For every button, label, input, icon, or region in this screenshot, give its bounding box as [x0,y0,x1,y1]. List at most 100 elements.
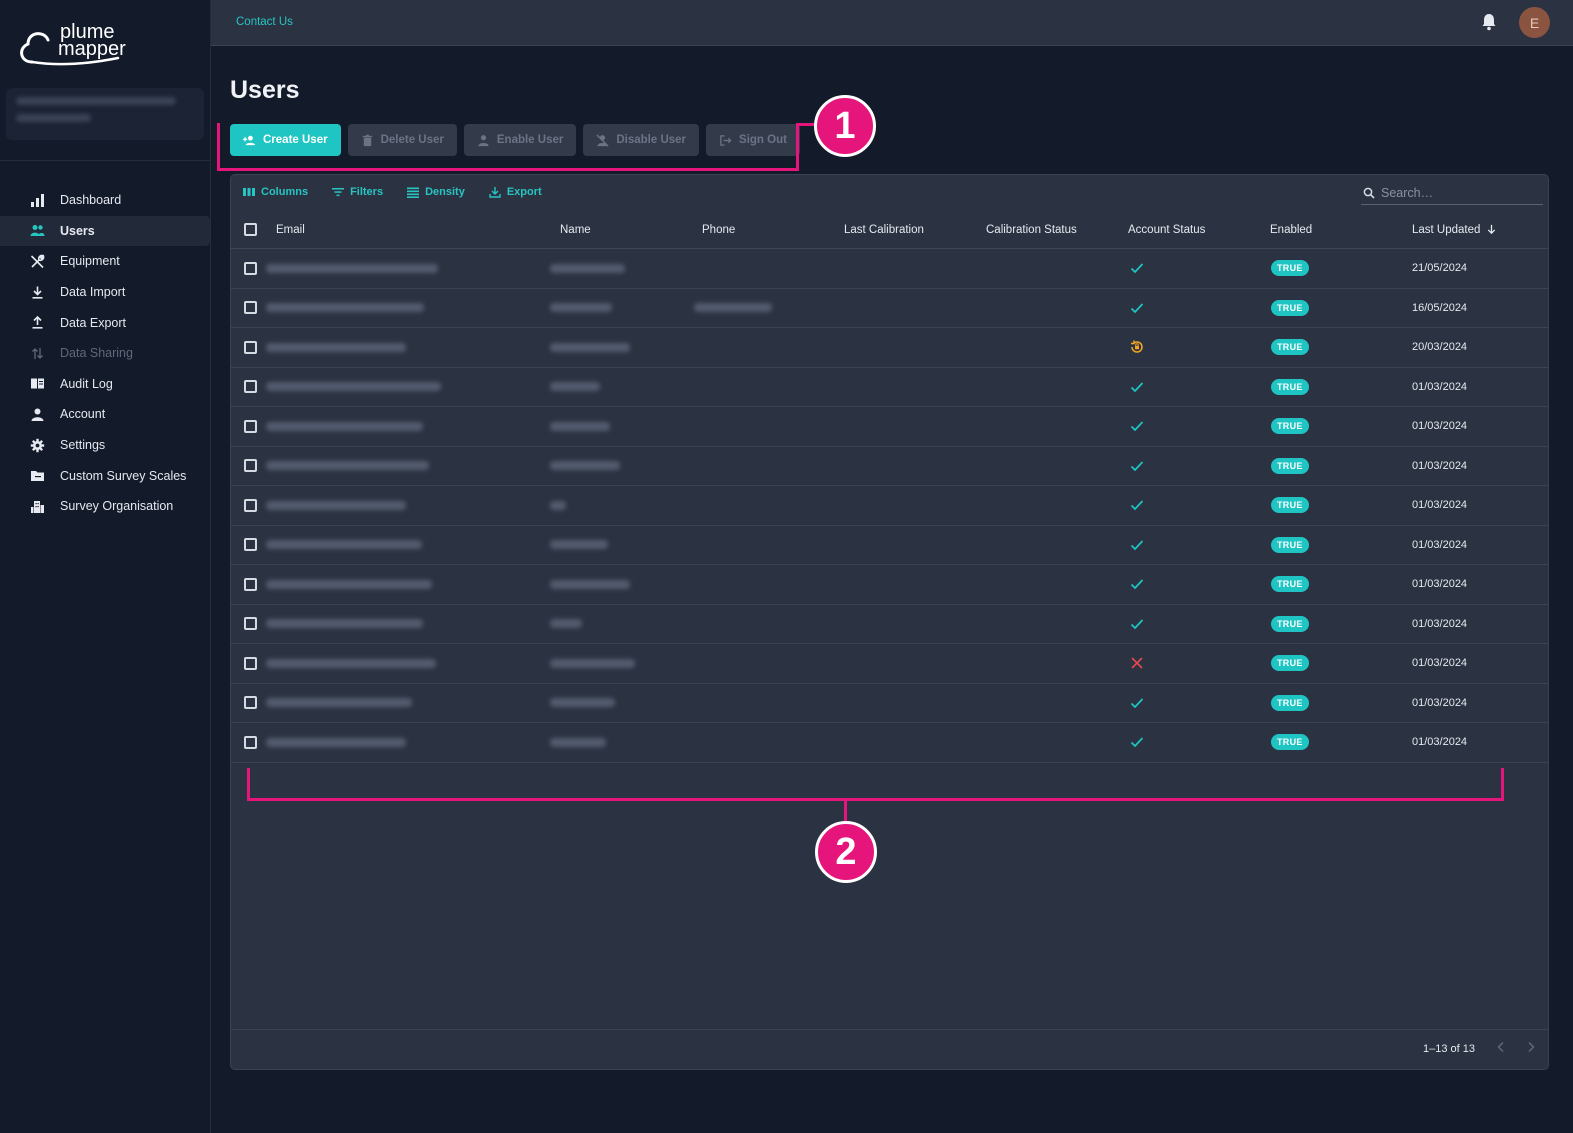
table-row[interactable]: TRUE 01/03/2024 [231,644,1548,684]
email-cell-redacted [266,644,436,683]
row-checkbox[interactable] [244,538,257,552]
columns-label: Columns [261,186,309,198]
columns-button[interactable]: Columns [243,186,308,198]
row-checkbox-cell[interactable] [244,605,257,644]
column-header-phone[interactable]: Phone [702,211,735,248]
plumemapper-logo[interactable]: plume mapper [18,18,153,70]
table-row[interactable]: TRUE 01/03/2024 [231,526,1548,565]
enabled-cell: TRUE [1271,486,1309,525]
row-checkbox-cell[interactable] [244,328,257,367]
row-checkbox[interactable] [244,261,257,275]
table-row[interactable]: TRUE 01/03/2024 [231,565,1548,605]
row-checkbox[interactable] [244,340,257,354]
check-icon [1129,486,1145,525]
sidebar-item-users[interactable]: Users [0,215,210,247]
row-checkbox-cell[interactable] [244,289,257,328]
sidebar-item-label: Survey Organisation [60,499,174,514]
enabled-cell: TRUE [1271,407,1309,446]
name-cell-redacted [550,486,566,525]
row-checkbox[interactable] [244,301,257,315]
contact-us-link[interactable]: Contact Us [236,16,293,28]
table-row[interactable]: TRUE 16/05/2024 [231,289,1548,328]
row-checkbox-cell[interactable] [244,368,257,407]
row-checkbox[interactable] [244,696,257,710]
last-updated-cell: 01/03/2024 [1412,578,1468,591]
column-header-calibration-status[interactable]: Calibration Status [986,211,1077,248]
row-checkbox-cell[interactable] [244,723,257,762]
table-row[interactable]: TRUE 01/03/2024 [231,605,1548,644]
check-icon [1129,407,1145,446]
row-checkbox-cell[interactable] [244,447,257,486]
logo-cloud-icon: plume mapper [20,21,126,66]
table-row[interactable]: TRUE 20/03/2024 [231,328,1548,368]
row-checkbox[interactable] [244,656,257,670]
column-header-last-updated[interactable]: Last Updated [1412,211,1497,248]
name-cell-redacted [550,565,630,604]
filters-button[interactable]: Filters [332,186,383,198]
row-checkbox[interactable] [244,577,257,591]
export-button[interactable]: Export [489,186,542,198]
search-input[interactable] [1381,185,1531,200]
sidebar-item-account[interactable]: Account [0,399,211,430]
table-row[interactable]: TRUE 01/03/2024 [231,684,1548,723]
density-button[interactable]: Density [407,186,465,198]
sort-descending-icon[interactable] [1486,224,1497,235]
user-avatar[interactable]: E [1519,7,1550,38]
sidebar-item-dashboard[interactable]: Dashboard [0,185,211,216]
row-checkbox[interactable] [244,617,257,631]
sidebar-item-equipment[interactable]: Equipment [0,246,211,277]
row-checkbox[interactable] [244,498,257,512]
sidebar-item-label: Custom Survey Scales [60,468,187,483]
phone-cell-redacted [694,289,772,328]
column-header-email[interactable]: Email [276,211,305,248]
name-cell-redacted [550,289,612,328]
table-row[interactable]: TRUE 01/03/2024 [231,486,1548,526]
sidebar-item-data-export[interactable]: Data Export [0,307,211,338]
row-checkbox-cell[interactable] [244,644,257,683]
grid-header-row: Email Name Phone Last Calibration Calibr… [231,211,1548,249]
notifications-bell-icon[interactable] [1479,12,1499,32]
row-checkbox-cell[interactable] [244,486,257,525]
table-row[interactable]: TRUE 01/03/2024 [231,447,1548,486]
row-checkbox-cell[interactable] [244,407,257,446]
sidebar-item-data-sharing[interactable]: Data Sharing [0,338,211,369]
grid-toolbar: Columns Filters Density Export [243,186,542,198]
enabled-cell: TRUE [1271,526,1309,565]
filter-icon [332,188,345,197]
sidebar-item-settings[interactable]: Settings [0,430,211,461]
row-checkbox[interactable] [244,459,257,473]
next-page-icon[interactable] [1523,1039,1539,1055]
table-row[interactable]: TRUE 01/03/2024 [231,723,1548,763]
select-all-checkbox[interactable] [244,223,257,236]
name-redacted [550,421,610,431]
row-checkbox[interactable] [244,735,257,749]
table-row[interactable]: TRUE 21/05/2024 [231,249,1548,289]
sidebar-item-data-import[interactable]: Data Import [0,277,211,308]
profile-box[interactable] [6,88,204,140]
previous-page-icon[interactable] [1493,1039,1509,1055]
password-reset-icon [1129,328,1145,367]
row-checkbox[interactable] [244,380,257,394]
column-header-enabled[interactable]: Enabled [1270,211,1312,248]
sidebar-item-audit-log[interactable]: Audit Log [0,369,211,400]
select-all-checkbox-cell[interactable] [244,211,257,248]
search-box [1361,181,1543,205]
row-checkbox-cell[interactable] [244,249,257,288]
sidebar-item-custom-survey-scales[interactable]: Custom Survey Scales [0,460,211,491]
row-checkbox-cell[interactable] [244,684,257,723]
profile-email-redacted [16,97,176,105]
sidebar-item-survey-organisation[interactable]: Survey Organisation [0,491,211,522]
column-header-account-status[interactable]: Account Status [1128,211,1205,248]
column-header-name[interactable]: Name [560,211,591,248]
column-header-last-calibration[interactable]: Last Calibration [844,211,924,248]
row-checkbox-cell[interactable] [244,565,257,604]
enabled-cell: TRUE [1271,565,1309,604]
enabled-badge: TRUE [1271,260,1309,277]
table-row[interactable]: TRUE 01/03/2024 [231,407,1548,447]
table-row[interactable]: TRUE 01/03/2024 [231,368,1548,407]
enabled-cell: TRUE [1271,684,1309,723]
row-checkbox[interactable] [244,419,257,433]
row-checkbox-cell[interactable] [244,526,257,565]
last-updated-cell: 01/03/2024 [1412,538,1468,551]
callout-2-badge: 2 [815,821,877,883]
